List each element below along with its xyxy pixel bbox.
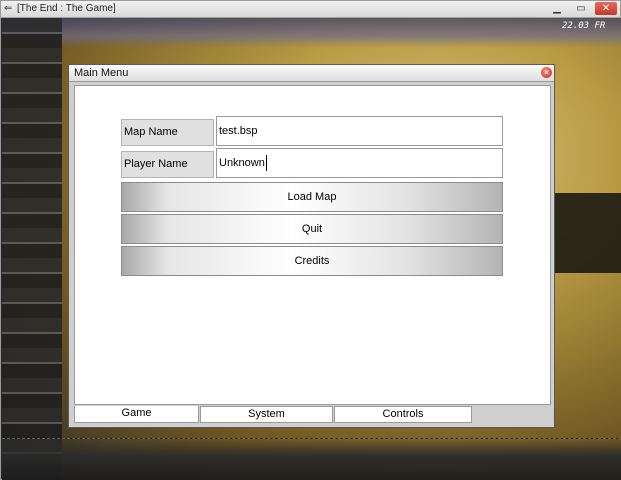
- player-name-value: Unknown: [219, 157, 265, 169]
- text-cursor: [265, 155, 267, 172]
- tab-controls[interactable]: Controls: [334, 406, 472, 423]
- back-arrow-icon[interactable]: ⇐: [4, 3, 12, 14]
- load-map-button[interactable]: Load Map: [121, 182, 503, 212]
- player-name-label: Player Name: [121, 151, 214, 178]
- os-window-title: [The End : The Game]: [17, 3, 116, 14]
- credits-button[interactable]: Credits: [121, 246, 503, 276]
- tab-game[interactable]: Game: [74, 406, 199, 423]
- main-menu-titlebar[interactable]: Main Menu ×: [69, 65, 554, 82]
- map-name-label: Map Name: [121, 119, 214, 146]
- background-left-pattern: [2, 18, 62, 480]
- map-name-input[interactable]: test.bsp: [216, 116, 503, 146]
- quit-button[interactable]: Quit: [121, 214, 503, 244]
- close-icon[interactable]: ✕: [595, 2, 617, 15]
- maximize-icon[interactable]: ▭: [571, 2, 591, 15]
- main-menu-panel: Map Name test.bsp Player Name Unknown Lo…: [74, 85, 551, 405]
- minimize-icon[interactable]: ▁: [547, 2, 567, 15]
- os-window: ⇐ [The End : The Game] ▁ ▭ ✕ 22.03 FR Ma…: [0, 0, 621, 480]
- main-menu-title: Main Menu: [74, 67, 129, 79]
- background-right-band: [552, 193, 621, 273]
- framerate-readout: 22.03 FR: [562, 21, 606, 31]
- os-titlebar[interactable]: ⇐ [The End : The Game] ▁ ▭ ✕: [1, 1, 620, 18]
- close-icon[interactable]: ×: [541, 67, 552, 78]
- tab-system[interactable]: System: [200, 406, 333, 423]
- background-bottom-band: [2, 438, 621, 480]
- background-top-band: [2, 18, 621, 48]
- player-name-input[interactable]: Unknown: [216, 148, 503, 178]
- map-name-value: test.bsp: [219, 125, 258, 137]
- main-menu-window: Main Menu × Map Name test.bsp Player Nam…: [68, 64, 555, 428]
